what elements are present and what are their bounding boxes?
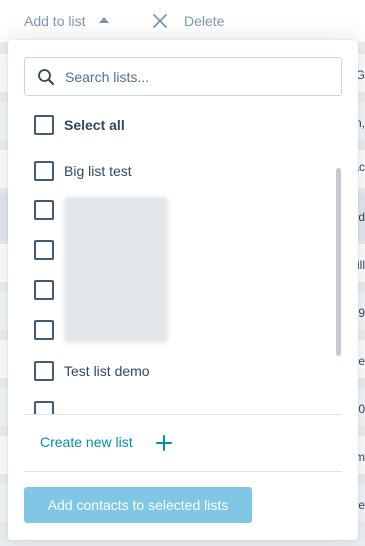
add-contacts-to-selected-lists-button[interactable]: Add contacts to selected lists [24,487,252,523]
list-scrollbar[interactable] [336,168,341,356]
close-icon[interactable] [152,13,168,29]
list-item-checkbox[interactable] [34,320,54,340]
list-item-checkbox[interactable] [34,280,54,300]
divider [24,471,342,472]
select-all-option[interactable]: Select all [34,115,324,135]
cell-fragment: ill [357,258,365,272]
create-new-list-link[interactable]: Create new list [40,434,133,450]
list-item-checkbox[interactable] [34,361,54,381]
list-item-partial[interactable] [34,401,324,414]
list-item-checkbox[interactable] [34,161,54,181]
select-all-checkbox[interactable] [34,115,54,135]
search-box [24,57,342,96]
search-input[interactable] [65,58,335,95]
search-icon [38,69,54,85]
add-to-list-dropdown: Select all Big list test Test list demo [8,40,358,540]
divider [24,414,342,415]
delete-button[interactable]: Delete [184,13,224,29]
caret-up-icon [99,17,109,23]
list-item-checkbox[interactable] [34,200,54,220]
list-item-label: Test list demo [64,363,150,379]
list-item[interactable]: Big list test [34,161,324,181]
bulk-action-toolbar: Add to list Delete [0,0,365,42]
list-item-label: Big list test [64,163,132,179]
redacted-list-names [64,197,168,343]
list-options: Select all Big list test Test list demo [8,100,358,414]
list-item-checkbox[interactable] [34,401,54,414]
add-to-list-button[interactable]: Add to list [24,13,85,29]
list-item-checkbox[interactable] [34,240,54,260]
plus-icon[interactable] [156,435,172,451]
list-item[interactable]: Test list demo [34,361,324,381]
select-all-label: Select all [64,117,125,133]
